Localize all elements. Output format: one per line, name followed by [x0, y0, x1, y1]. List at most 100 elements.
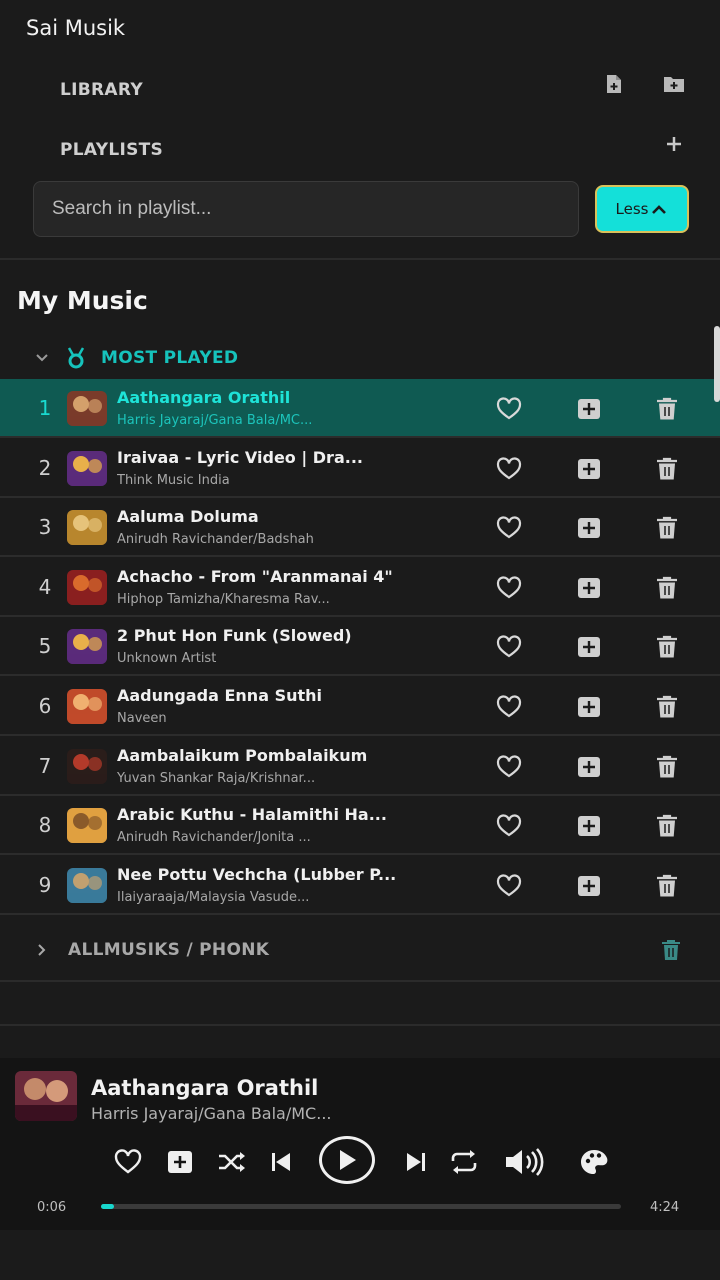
progress-bar[interactable] — [101, 1204, 621, 1209]
track-artist: Yuvan Shankar Raja/Krishnar... — [117, 771, 316, 786]
heart-icon[interactable] — [110, 1146, 146, 1178]
most-played-label: MOST PLAYED — [101, 348, 239, 368]
track-title: Aathangara Orathil — [117, 388, 291, 407]
allmusik-label: ALLMUSIKS / PHONK — [68, 940, 270, 960]
now-playing-artist: Harris Jayaraj/Gana Bala/MC... — [91, 1104, 332, 1123]
trash-icon[interactable] — [654, 813, 680, 839]
next-icon[interactable] — [398, 1146, 434, 1178]
track-row[interactable]: 2 Iraivaa - Lyric Video | Dra... Think Mus… — [0, 439, 720, 498]
add-to-playlist-icon[interactable] — [576, 694, 602, 720]
previous-icon[interactable] — [263, 1146, 299, 1178]
track-artwork — [67, 868, 107, 903]
track-artwork — [67, 570, 107, 605]
play-icon — [340, 1150, 356, 1170]
track-number: 8 — [38, 813, 52, 837]
add-file-icon[interactable] — [603, 73, 625, 95]
trash-icon[interactable] — [654, 575, 680, 601]
add-to-playlist-icon[interactable] — [576, 873, 602, 899]
add-to-playlist-icon[interactable] — [576, 515, 602, 541]
add-to-playlist-icon[interactable] — [576, 396, 602, 422]
trash-icon[interactable] — [660, 939, 682, 961]
add-to-playlist-icon[interactable] — [576, 456, 602, 482]
track-number: 1 — [38, 396, 52, 420]
track-title: Arabic Kuthu - Halamithi Ha... — [117, 805, 387, 824]
track-number: 5 — [38, 634, 52, 658]
heart-icon[interactable] — [496, 456, 522, 482]
track-artist: Ilaiyaraaja/Malaysia Vasude... — [117, 890, 310, 905]
trash-icon[interactable] — [654, 634, 680, 660]
trash-icon[interactable] — [654, 754, 680, 780]
add-to-playlist-icon[interactable] — [576, 813, 602, 839]
progress-fill — [101, 1204, 114, 1209]
duration: 4:24 — [650, 1200, 680, 1215]
track-number: 7 — [38, 754, 52, 778]
track-artwork — [67, 391, 107, 426]
playlists-label[interactable]: PLAYLISTS — [60, 140, 163, 160]
now-playing-bar: Aathangara Orathil Harris Jayaraj/Gana B… — [0, 1058, 720, 1230]
shuffle-icon[interactable] — [214, 1146, 250, 1178]
track-title: Aaluma Doluma — [117, 507, 259, 526]
repeat-icon[interactable] — [446, 1146, 482, 1178]
heart-icon[interactable] — [496, 754, 522, 780]
trash-icon[interactable] — [654, 456, 680, 482]
track-row[interactable]: 8 Arabic Kuthu - Halamithi Ha... Anirudh R… — [0, 796, 720, 855]
track-row[interactable]: 6 Aadungada Enna Suthi Naveen — [0, 677, 720, 736]
track-row[interactable]: 3 Aaluma Doluma Anirudh Ravichander/Badsha… — [0, 498, 720, 557]
less-label: Less — [615, 200, 649, 218]
footer-divider — [0, 1024, 720, 1026]
less-button[interactable]: Less — [595, 185, 689, 233]
add-to-playlist-icon[interactable] — [576, 754, 602, 780]
track-artist: Hiphop Tamizha/Kharesma Rav... — [117, 592, 330, 607]
heart-icon[interactable] — [496, 813, 522, 839]
track-title: Aambalaikum Pombalaikum — [117, 746, 368, 765]
trash-icon[interactable] — [654, 396, 680, 422]
track-artwork — [67, 451, 107, 486]
track-title: Aadungada Enna Suthi — [117, 686, 322, 705]
heart-icon[interactable] — [496, 575, 522, 601]
track-row[interactable]: 5 2 Phut Hon Funk (Slowed) Unknown Artist — [0, 617, 720, 676]
section-title: My Music — [17, 286, 148, 315]
add-to-playlist-icon[interactable] — [576, 634, 602, 660]
trash-icon[interactable] — [654, 694, 680, 720]
playlist-search-input[interactable] — [33, 181, 579, 237]
add-folder-icon[interactable] — [663, 73, 685, 95]
list-divider — [0, 980, 720, 982]
plus-icon[interactable] — [663, 133, 685, 155]
track-row[interactable]: 7 Aambalaikum Pombalaikum Yuvan Shankar Ra… — [0, 737, 720, 796]
add-to-playlist-icon[interactable] — [576, 575, 602, 601]
heart-icon[interactable] — [496, 694, 522, 720]
scrollbar-thumb[interactable] — [714, 326, 720, 402]
trash-icon[interactable] — [654, 873, 680, 899]
play-button[interactable] — [319, 1136, 375, 1184]
library-label[interactable]: LIBRARY — [60, 80, 143, 100]
track-row[interactable]: 4 Achacho - From "Aranmanai 4" Hiphop Tami… — [0, 558, 720, 617]
track-number: 2 — [38, 456, 52, 480]
current-time: 0:06 — [37, 1200, 67, 1215]
heart-icon[interactable] — [496, 873, 522, 899]
heart-icon[interactable] — [496, 515, 522, 541]
heart-icon[interactable] — [496, 634, 522, 660]
track-title: Nee Pottu Vechcha (Lubber P... — [117, 865, 397, 884]
track-artwork — [67, 749, 107, 784]
chevron-down-icon[interactable] — [34, 350, 50, 366]
track-title: Achacho - From "Aranmanai 4" — [117, 567, 393, 586]
allmusik-header[interactable]: ALLMUSIKS / PHONK — [34, 936, 269, 964]
most-played-header[interactable]: MOST PLAYED — [34, 344, 238, 372]
track-artist: Anirudh Ravichander/Jonita ... — [117, 830, 311, 845]
track-row[interactable]: 1 Aathangara Orathil Harris Jayaraj/Gana B… — [0, 379, 720, 438]
trash-icon[interactable] — [654, 515, 680, 541]
volume-icon[interactable] — [504, 1146, 548, 1178]
track-number: 6 — [38, 694, 52, 718]
app-title: Sai Musik — [26, 16, 126, 40]
track-artist: Naveen — [117, 711, 167, 726]
track-artwork — [67, 689, 107, 724]
track-artwork — [67, 629, 107, 664]
track-row[interactable]: 9 Nee Pottu Vechcha (Lubber P... Ilaiyaraa… — [0, 856, 720, 915]
chevron-right-icon[interactable] — [34, 942, 50, 958]
add-to-playlist-icon[interactable] — [162, 1146, 198, 1178]
palette-icon[interactable] — [576, 1146, 612, 1178]
track-artist: Unknown Artist — [117, 651, 217, 666]
heart-icon[interactable] — [496, 396, 522, 422]
track-artist: Anirudh Ravichander/Badshah — [117, 532, 314, 547]
track-title: Iraivaa - Lyric Video | Dra... — [117, 448, 363, 467]
